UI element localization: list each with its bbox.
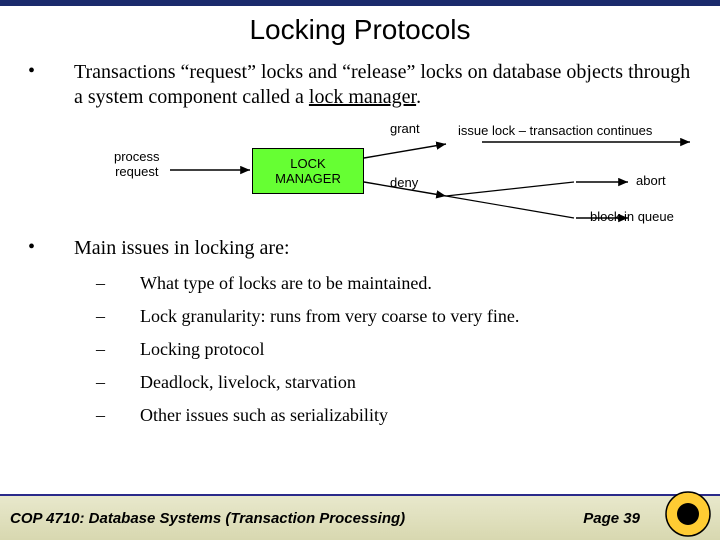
sub-item: – Lock granularity: runs from very coars… (96, 306, 692, 327)
sub-text: Other issues such as serializability (140, 405, 388, 426)
sub-item: – What type of locks are to be maintaine… (96, 273, 692, 294)
lock-manager-box: LOCK MANAGER (252, 148, 364, 194)
sub-text: Lock granularity: runs from very coarse … (140, 306, 519, 327)
bullet-1-text: Transactions “request” locks and “releas… (74, 60, 692, 110)
sub-dash: – (96, 339, 140, 360)
slide-footer: COP 4710: Database Systems (Transaction … (0, 494, 720, 540)
sub-dash: – (96, 273, 140, 294)
label-block-in-queue: block in queue (590, 210, 674, 225)
bullet-2: • Main issues in locking are: (28, 236, 692, 261)
slide-content: • Transactions “request” locks and “rele… (0, 60, 720, 426)
footer-course: COP 4710: Database Systems (Transaction … (10, 510, 405, 527)
sub-bullet-list: – What type of locks are to be maintaine… (28, 273, 692, 426)
lock-manager-term: lock manager (309, 86, 416, 108)
label-process-request: process request (114, 150, 160, 180)
bullet-2-text: Main issues in locking are: (74, 236, 692, 261)
sub-dash: – (96, 405, 140, 426)
label-deny: deny (390, 176, 418, 191)
label-grant: grant (390, 122, 420, 137)
sub-text: Locking protocol (140, 339, 264, 360)
sub-text: What type of locks are to be maintained. (140, 273, 432, 294)
sub-dash: – (96, 306, 140, 327)
sub-dash: – (96, 372, 140, 393)
lock-manager-diagram: process request LOCK MANAGER grant deny … (28, 120, 692, 228)
sub-item: – Other issues such as serializability (96, 405, 692, 426)
slide-title: Locking Protocols (0, 14, 720, 46)
bullet-mark: • (28, 236, 74, 261)
sub-text: Deadlock, livelock, starvation (140, 372, 356, 393)
label-issue-lock: issue lock – transaction continues (458, 124, 652, 139)
sub-item: – Locking protocol (96, 339, 692, 360)
label-abort: abort (636, 174, 666, 189)
sub-item: – Deadlock, livelock, starvation (96, 372, 692, 393)
bullet-1-post: . (416, 86, 421, 108)
ucf-logo-icon (664, 490, 712, 538)
top-accent-bar (0, 0, 720, 6)
lock-manager-box-text: LOCK MANAGER (253, 156, 363, 186)
bullet-mark: • (28, 60, 74, 110)
bullet-1: • Transactions “request” locks and “rele… (28, 60, 692, 110)
